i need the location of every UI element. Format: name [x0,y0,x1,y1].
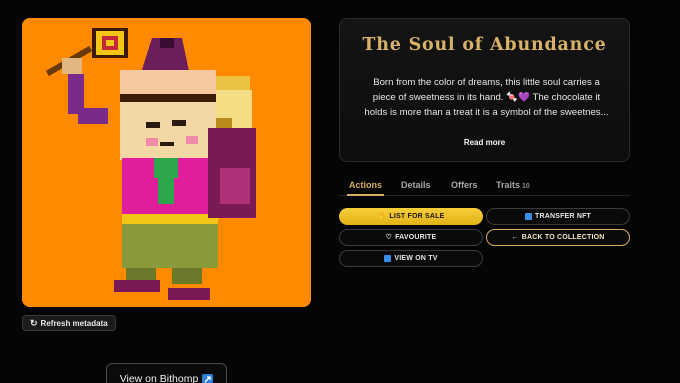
description-line: holds is more than a treat it is a symbo… [364,107,609,118]
tab-label: Details [401,180,431,190]
tv-icon [384,255,392,262]
view-on-bithomp-label: View on Bithomp [119,373,199,383]
transfer-nft-label: TRANSFER NFT [534,213,592,220]
tab-label: Offers [451,180,478,190]
view-on-bithomp-button[interactable]: View on Bithomp [106,363,227,383]
back-to-collection-button[interactable]: ← BACK TO COLLECTION [486,229,630,246]
nft-title: The Soul of Abundance [362,35,607,55]
nft-pixel-art [22,18,311,307]
nft-description: Born from the color of dreams, this litt… [358,75,615,120]
favourite-button[interactable]: ♡ FAVOURITE [339,229,483,246]
refresh-metadata-button[interactable]: ↻ Refresh metadata [22,315,116,331]
nft-info-card: The Soul of Abundance Born from the colo… [339,18,630,162]
tab-actions[interactable]: Actions [346,172,385,196]
read-more-link[interactable]: Read more [340,138,629,147]
transfer-nft-button[interactable]: TRANSFER NFT [486,208,630,225]
transfer-icon [524,213,532,220]
list-for-sale-label: LIST FOR SALE [389,213,445,220]
description-line: piece of sweetness in its hand. 🍬💜 The c… [372,92,601,103]
tab-label: Actions [349,180,383,190]
traits-count-badge: 10 [522,183,530,190]
description-line: Born from the color of dreams, this litt… [373,77,600,88]
tab-traits[interactable]: Traits 10 [496,172,530,190]
refresh-icon: ↻ [30,317,38,328]
back-to-collection-label: BACK TO COLLECTION [521,234,605,241]
list-for-sale-button[interactable]: ✋ LIST FOR SALE [339,208,483,225]
arrow-left-icon: ← [511,234,519,241]
favourite-label: FAVOURITE [395,234,437,241]
nft-artwork[interactable] [22,18,311,307]
view-on-tv-button[interactable]: VIEW ON TV [339,250,483,267]
tab-details[interactable]: Details [401,172,431,190]
external-link-icon [202,374,214,383]
heart-icon: ♡ [385,234,393,241]
hand-icon: ✋ [377,213,387,220]
refresh-metadata-label: Refresh metadata [40,318,108,328]
view-on-tv-label: VIEW ON TV [394,255,438,262]
nft-tabs: Actions Details Offers Traits 10 [339,172,630,196]
tab-label: Traits [496,180,521,190]
tab-offers[interactable]: Offers [451,172,478,190]
